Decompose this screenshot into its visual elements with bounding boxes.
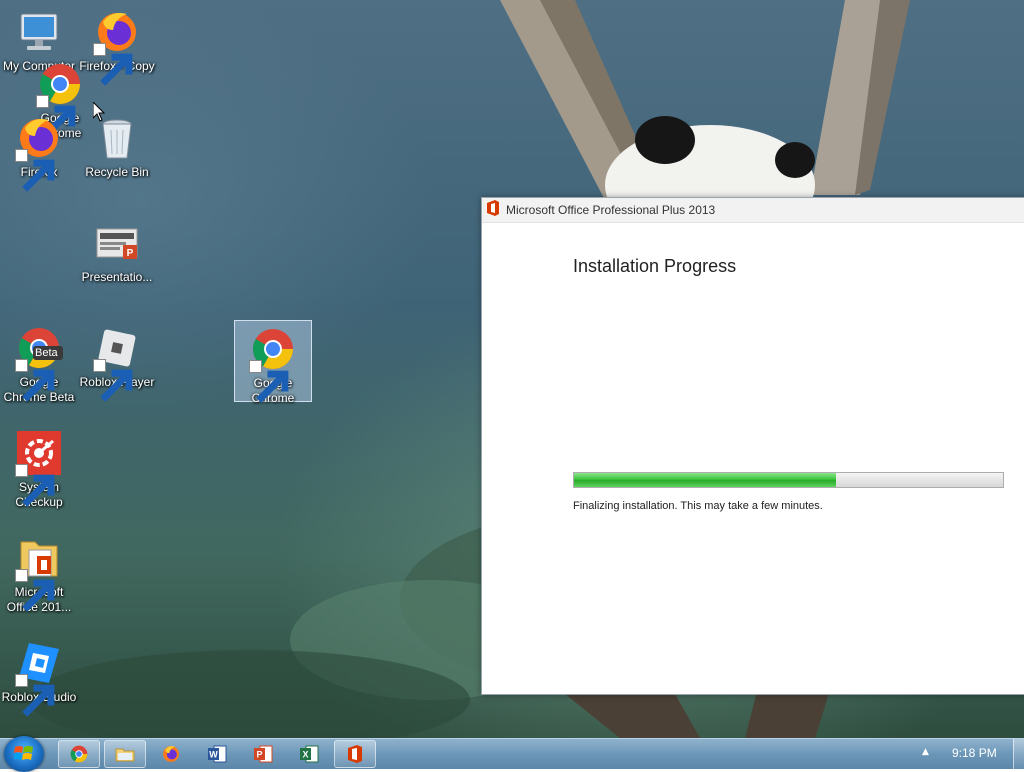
firefox-icon (15, 114, 63, 192)
file-explorer-icon (115, 748, 135, 762)
taskbar-firefox-button[interactable] (150, 740, 192, 768)
svg-text:X: X (302, 750, 308, 760)
desktop-icon-recycle-bin[interactable]: Recycle Bin (78, 110, 156, 192)
office-icon (348, 745, 362, 763)
system-checkup-icon (15, 429, 63, 507)
word-icon: W (208, 745, 227, 763)
installation-status-text: Finalizing installation. This may take a… (573, 500, 823, 512)
window-title: Microsoft Office Professional Plus 2013 (506, 203, 716, 217)
shortcut-arrow-icon (15, 149, 55, 192)
chrome-icon (70, 745, 88, 763)
svg-text:P: P (127, 248, 134, 259)
desktop-icon-label: Recycle Bin (85, 165, 149, 179)
firefox-icon (163, 746, 179, 762)
desktop-icon-chrome-beta[interactable]: Beta Google Chrome Beta (0, 320, 78, 404)
beta-badge: Beta (35, 347, 58, 359)
svg-text:P: P (256, 750, 262, 760)
chrome-beta-icon: Beta (15, 324, 63, 402)
shortcut-arrow-icon (15, 569, 55, 612)
shortcut-arrow-icon (15, 674, 55, 717)
taskbar-chrome-button[interactable] (58, 740, 100, 768)
desktop-icon-roblox-player[interactable]: Roblox Player (78, 320, 156, 402)
desktop-icon-roblox-studio[interactable]: Roblox Studio (0, 635, 78, 717)
office-logo-icon (486, 200, 500, 220)
installation-heading: Installation Progress (573, 256, 737, 276)
taskbar-office-installer-button[interactable] (334, 740, 376, 768)
desktop-icon-label: Presentatio... (81, 270, 153, 284)
shortcut-arrow-icon (15, 464, 55, 507)
progress-bar-fill (574, 473, 836, 487)
desktop-icon-office-installer[interactable]: Microsoft Office 201... (0, 530, 78, 614)
start-button[interactable] (4, 736, 44, 772)
desktop-icon-system-checkup[interactable]: System Checkup (0, 425, 78, 509)
shortcut-arrow-icon (36, 95, 76, 138)
show-desktop-button[interactable] (1013, 739, 1024, 769)
window-titlebar[interactable]: Microsoft Office Professional Plus 2013 (482, 198, 1024, 223)
roblox-player-icon (93, 324, 141, 402)
mouse-cursor-icon (93, 102, 105, 122)
show-hidden-icons-arrow-icon[interactable]: ▲ (922, 747, 929, 757)
installation-progress-bar (573, 472, 1004, 488)
taskbar-word-button[interactable]: W (196, 740, 238, 768)
roblox-studio-icon (15, 639, 63, 717)
office-installer-window[interactable]: Microsoft Office Professional Plus 2013 … (481, 197, 1024, 695)
computer-icon (15, 8, 63, 56)
chrome-icon (36, 60, 84, 138)
taskbar-file-explorer-button[interactable] (104, 740, 146, 768)
desktop-icon-firefox[interactable]: Firefox (0, 110, 78, 192)
shortcut-arrow-icon (93, 43, 133, 86)
svg-text:W: W (209, 750, 218, 760)
firefox-icon (93, 8, 141, 86)
office-installer-icon (15, 534, 63, 612)
shortcut-arrow-icon (249, 360, 289, 403)
powerpoint-icon: P (254, 745, 273, 763)
taskbar-excel-button[interactable]: X (288, 740, 330, 768)
taskbar-clock[interactable]: 9:18 PM (952, 746, 997, 760)
chrome-icon (249, 325, 297, 403)
desktop-icon-presentation[interactable]: P Presentatio... (78, 215, 156, 297)
desktop-icon-google-chrome-selected[interactable]: Google Chrome (234, 320, 312, 405)
powerpoint-file-icon: P (93, 219, 141, 267)
shortcut-arrow-icon (15, 359, 55, 402)
excel-icon: X (300, 745, 319, 763)
taskbar-powerpoint-button[interactable]: P (242, 740, 284, 768)
windows-logo-icon (14, 746, 33, 760)
taskbar: W P X ▲ 9:18 PM (0, 736, 1024, 772)
shortcut-arrow-icon (93, 359, 133, 402)
